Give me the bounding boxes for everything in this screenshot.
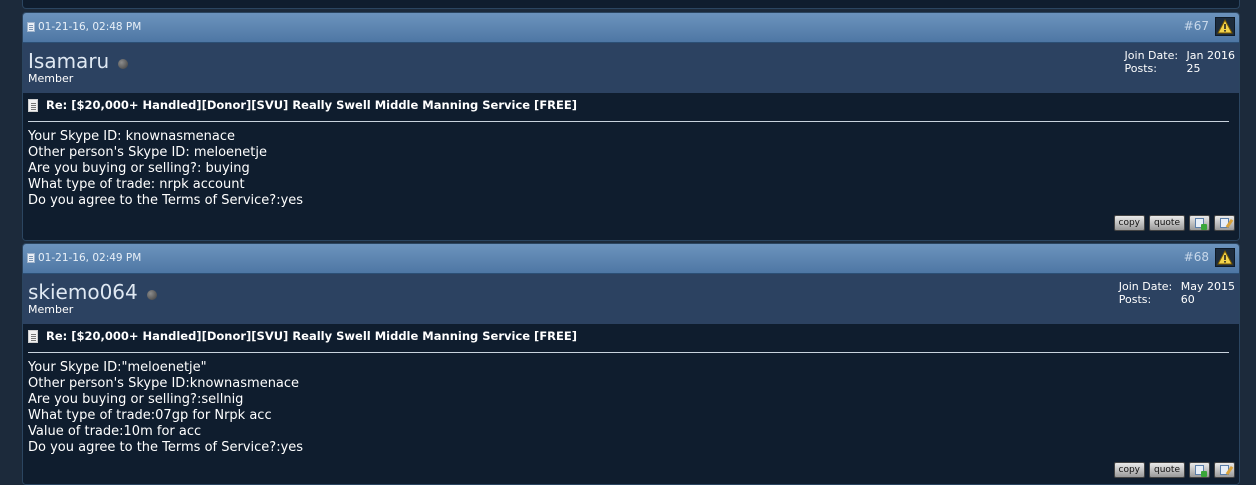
message-line: Value of trade:10m for acc	[28, 424, 202, 439]
offline-status-icon	[118, 59, 129, 69]
posts-count: 60	[1180, 293, 1195, 306]
post-date-text: 01-21-16, 02:49 PM	[38, 252, 142, 264]
post-number-link[interactable]: #68	[1184, 250, 1209, 264]
message-line: Your Skype ID:"meloenetje"	[28, 360, 207, 375]
previous-post-frame	[22, 0, 1240, 9]
user-info-bar: Isamaru Member Join Date: Jan 2016 Posts:…	[23, 43, 1239, 93]
message-line: What type of trade:07gp for Nrpk acc	[28, 408, 272, 423]
title-divider	[28, 352, 1229, 353]
document-icon	[28, 329, 38, 343]
posts-label: Posts:	[1124, 62, 1157, 75]
post-status-icon	[27, 253, 35, 263]
user-title: Member	[28, 303, 74, 316]
edit-button[interactable]	[1214, 215, 1235, 231]
post: 01-21-16, 02:48 PM #67 Isamaru Member Jo…	[22, 12, 1240, 241]
report-warning-icon[interactable]	[1215, 248, 1235, 267]
post-body: Re: [$20,000+ Handled][Donor][SVU] Reall…	[23, 93, 1239, 240]
post: 01-21-16, 02:49 PM #68 skiemo064 Member …	[22, 243, 1240, 485]
post-body: Re: [$20,000+ Handled][Donor][SVU] Reall…	[23, 324, 1239, 484]
post-message: Your Skype ID: knownasmenace Other perso…	[28, 129, 303, 209]
message-line: What type of trade: nrpk account	[28, 177, 245, 192]
message-line: Do you agree to the Terms of Service?:ye…	[28, 440, 304, 455]
post-header: 01-21-16, 02:49 PM #68	[23, 244, 1239, 274]
post-message: Your Skype ID:"meloenetje" Other person'…	[28, 360, 303, 456]
post-header: 01-21-16, 02:48 PM #67	[23, 13, 1239, 43]
username-text[interactable]: Isamaru	[28, 49, 109, 73]
multi-quote-icon	[1195, 465, 1207, 477]
post-status-icon	[27, 22, 35, 32]
posts-count: 25	[1186, 62, 1201, 75]
join-date-label: Join Date:	[1124, 49, 1179, 62]
user-info-bar: skiemo064 Member Join Date: May 2015 Post…	[23, 274, 1239, 324]
username[interactable]: Isamaru	[28, 49, 129, 73]
message-line: Are you buying or selling?: buying	[28, 161, 250, 176]
quote-button[interactable]: quote	[1149, 215, 1185, 231]
post-date: 01-21-16, 02:48 PM	[27, 21, 141, 33]
join-date-value: Jan 2016	[1186, 49, 1235, 62]
posts-label: Posts:	[1118, 293, 1152, 306]
message-line: Other person's Skype ID: meloenetje	[28, 145, 268, 160]
multi-quote-icon	[1195, 218, 1207, 230]
message-line: Do you agree to the Terms of Service?:ye…	[28, 193, 304, 208]
post-date-text: 01-21-16, 02:48 PM	[38, 21, 142, 33]
quote-button[interactable]: quote	[1149, 462, 1185, 478]
user-stats: Join Date: May 2015 Posts: 60	[1119, 280, 1235, 306]
post-title-text: Re: [$20,000+ Handled][Donor][SVU] Reall…	[46, 329, 577, 343]
post-title: Re: [$20,000+ Handled][Donor][SVU] Reall…	[28, 329, 577, 343]
edit-icon	[1220, 465, 1229, 475]
username-text[interactable]: skiemo064	[28, 280, 138, 304]
document-icon	[28, 98, 38, 112]
multi-quote-button[interactable]	[1189, 462, 1210, 478]
username[interactable]: skiemo064	[28, 280, 157, 304]
offline-status-icon	[146, 290, 157, 300]
post-date: 01-21-16, 02:49 PM	[27, 252, 141, 264]
post-actions: copy quote	[1113, 215, 1235, 231]
join-date-value: May 2015	[1180, 280, 1235, 293]
user-stats: Join Date: Jan 2016 Posts: 25	[1125, 49, 1235, 75]
message-line: Are you buying or selling?:sellnig	[28, 392, 244, 407]
title-divider	[28, 121, 1229, 122]
join-date-label: Join Date:	[1118, 280, 1173, 293]
copy-button[interactable]: copy	[1113, 462, 1145, 478]
edit-button[interactable]	[1214, 462, 1235, 478]
message-line: Your Skype ID: knownasmenace	[28, 129, 235, 144]
post-title: Re: [$20,000+ Handled][Donor][SVU] Reall…	[28, 98, 577, 112]
user-title: Member	[28, 72, 74, 85]
post-number-link[interactable]: #67	[1184, 19, 1209, 33]
multi-quote-button[interactable]	[1189, 215, 1210, 231]
report-warning-icon[interactable]	[1215, 17, 1235, 36]
post-title-text: Re: [$20,000+ Handled][Donor][SVU] Reall…	[46, 98, 577, 112]
message-line: Other person's Skype ID:knownasmenace	[28, 376, 300, 391]
edit-icon	[1220, 218, 1229, 228]
copy-button[interactable]: copy	[1113, 215, 1145, 231]
post-actions: copy quote	[1113, 462, 1235, 478]
